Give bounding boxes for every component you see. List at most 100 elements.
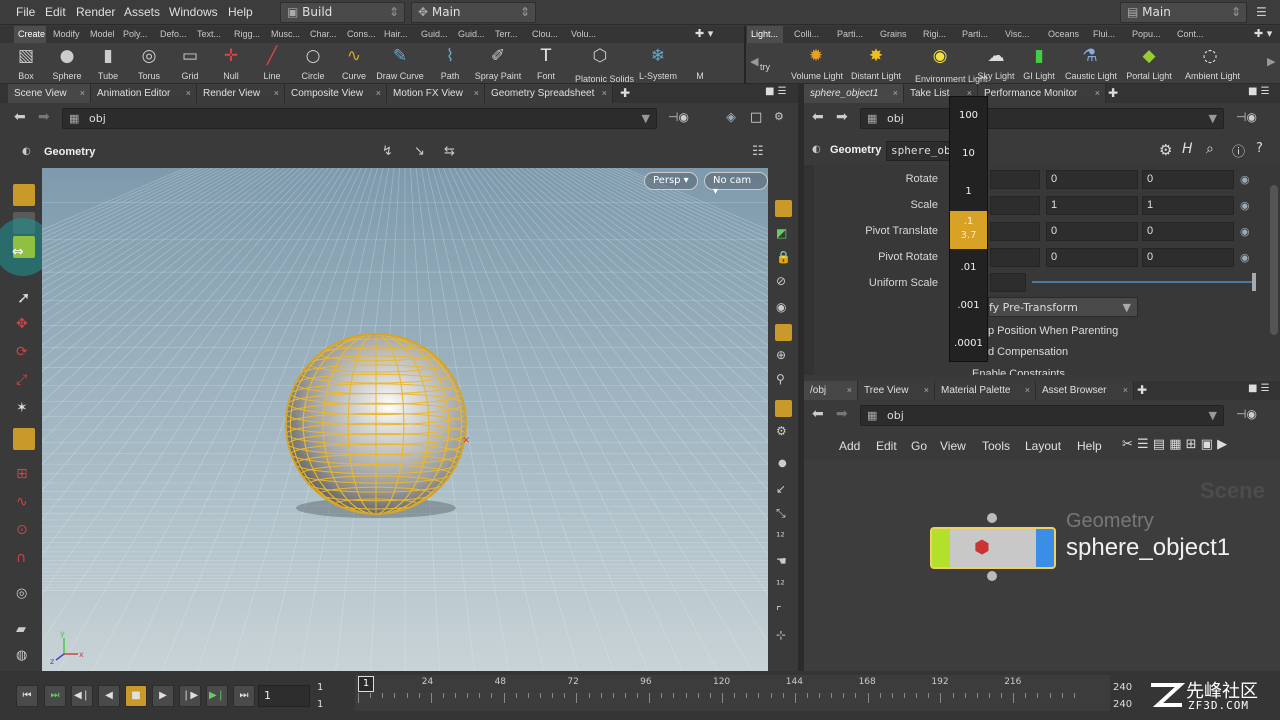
close-tab-icon[interactable]: × — [474, 88, 479, 98]
menu-edit[interactable]: Edit — [45, 5, 66, 19]
handle-tool-icon[interactable] — [13, 428, 35, 450]
gear-icon[interactable]: ⚙ — [774, 110, 784, 123]
magnet-icon[interactable]: ∩ — [16, 550, 26, 566]
close-tab-icon[interactable]: × — [186, 88, 191, 98]
gi-light-tool[interactable]: ▮ GI Light — [1018, 43, 1060, 84]
forward-icon[interactable]: ➡ — [836, 406, 848, 422]
close-tab-icon[interactable]: × — [80, 88, 85, 98]
shelf-tab-1[interactable]: Modify — [49, 26, 83, 43]
param-2-z[interactable]: 0 — [1142, 222, 1234, 241]
distant-light-tool[interactable]: ✸ Distant Light — [851, 43, 901, 84]
shelf-tab-5[interactable]: Text... — [193, 26, 227, 43]
menu-file[interactable]: File — [16, 5, 35, 19]
shelf-tab-7[interactable]: Musc... — [267, 26, 303, 43]
value-ladder[interactable]: 100 10 1.1 3.7.01.001.0001 — [949, 96, 988, 362]
shelf-tab-right-5[interactable]: Parti... — [958, 26, 994, 43]
node-name-field[interactable]: sphere_ob — [886, 141, 952, 161]
gear-icon[interactable]: ⚙ — [1159, 141, 1172, 159]
stop-icon[interactable]: ■ — [125, 685, 147, 707]
network-menu-tools[interactable]: Tools — [982, 439, 1010, 453]
right-tab-2[interactable]: Performance Monitor × — [978, 84, 1106, 103]
shelf-tab-right-4[interactable]: Rigi... — [919, 26, 951, 43]
shelf-tab-right-8[interactable]: Flui... — [1089, 26, 1121, 43]
param-0-z[interactable]: 0 — [1142, 170, 1234, 189]
curve-tool[interactable]: ∿ Curve — [333, 43, 375, 84]
modify-pre-transform-menu[interactable]: fy Pre-Transform ▼ — [988, 297, 1138, 317]
node-output-connector[interactable] — [987, 571, 997, 581]
uniform-scale-slider[interactable] — [1032, 281, 1254, 283]
shelf-tab-6[interactable]: Rigg... — [230, 26, 264, 43]
circle-tool[interactable]: ○ Circle — [292, 43, 334, 84]
select-mode-icon[interactable] — [13, 184, 35, 206]
network-menu-go[interactable]: Go — [911, 439, 927, 453]
add-shelf-icon[interactable]: ✚ ▾ — [695, 27, 713, 40]
param-key-icon[interactable]: ◉ — [1240, 251, 1250, 264]
shelf-tab-3[interactable]: Poly... — [119, 26, 153, 43]
current-frame-marker[interactable]: 1 — [358, 676, 374, 692]
go-end-icon[interactable]: ⏭ — [233, 685, 255, 707]
shelf-tab-right-7[interactable]: Oceans — [1044, 26, 1082, 43]
grid-snap-icon[interactable]: ⊹ — [776, 628, 786, 642]
help-h-icon[interactable]: H — [1182, 141, 1193, 157]
add-tab-right-icon[interactable]: ✚ — [1108, 86, 1118, 100]
left-tab-0[interactable]: Scene View × — [8, 84, 91, 103]
add-shelf-right-icon[interactable]: ✚ ▾ — [1254, 27, 1272, 40]
shelf-tab-right-10[interactable]: Cont... — [1173, 26, 1211, 43]
shelf-tab-2[interactable]: Model — [86, 26, 116, 43]
menu-assets[interactable]: Assets — [124, 5, 160, 19]
hand-icon[interactable]: ☚ — [776, 554, 787, 568]
add-tab-icon[interactable]: ✚ — [620, 86, 630, 100]
shelf-tab-right-9[interactable]: Popu... — [1128, 26, 1166, 43]
context-selector[interactable]: ✥ Main ⇕ — [411, 2, 536, 23]
network-menu-view[interactable]: View — [940, 439, 966, 453]
tube-tool[interactable]: ▮ Tube — [87, 43, 129, 84]
snap-point-icon[interactable]: ⊙ — [16, 522, 28, 538]
prev-key-icon[interactable]: ⏭ — [44, 685, 66, 707]
play-icon[interactable]: ▶ — [152, 685, 174, 707]
add-tab-network-icon[interactable]: ✚ — [1137, 383, 1147, 397]
number-icon[interactable]: ¹² — [776, 530, 785, 543]
shelf-tab-0[interactable]: Create — [14, 26, 46, 43]
shelf-tab-right-0[interactable]: Light... — [747, 26, 783, 43]
snap-grid-icon[interactable]: ⊞ — [16, 466, 28, 482]
lsystem-tool[interactable]: ❄ L-System — [637, 43, 679, 84]
spray-paint-tool[interactable]: ✐ Spray Paint — [475, 43, 522, 84]
timeline-bar[interactable]: 1 24 48 72 96 120 144 168 192 216 — [355, 675, 1110, 711]
ladder-step-3[interactable]: .1 3.7 — [950, 211, 987, 249]
arrow-select-icon[interactable]: ➚ — [17, 288, 30, 307]
point-icon[interactable]: ● — [778, 458, 787, 469]
close-tab-icon[interactable]: × — [924, 385, 929, 395]
shelf-tab-12[interactable]: Guid... — [454, 26, 488, 43]
no-icon[interactable]: ⊘ — [776, 274, 786, 288]
pane-menu-icon[interactable]: ■ ☰ — [765, 86, 787, 97]
view-tool-icon[interactable]: ↯ — [382, 144, 393, 159]
ladder-step-1[interactable]: 10 — [950, 135, 987, 173]
network-tab-0[interactable]: /obj × — [804, 381, 858, 400]
grid-tool[interactable]: ▭ Grid — [169, 43, 211, 84]
sphere-object[interactable]: × — [42, 168, 768, 671]
shelf-tab-right-3[interactable]: Grains — [876, 26, 912, 43]
param-0-x[interactable] — [990, 170, 1040, 189]
shelf-tab-8[interactable]: Char... — [306, 26, 340, 43]
template-icon[interactable]: ⚙ — [776, 424, 787, 438]
step-back-icon[interactable]: ◀❘ — [71, 685, 93, 707]
node-bypass-flag[interactable] — [932, 529, 950, 567]
step-forward-icon[interactable]: ❘▶ — [179, 685, 201, 707]
param-3-x[interactable] — [990, 248, 1040, 267]
shelf-tab-right-1[interactable]: Colli... — [790, 26, 826, 43]
param-2-y[interactable]: 0 — [1046, 222, 1138, 241]
prim-number-icon[interactable]: ¹² — [776, 578, 785, 591]
param-3-z[interactable]: 0 — [1142, 248, 1234, 267]
right-path-field[interactable]: ▦ obj ▼ — [860, 108, 1224, 129]
shelf-tab-9[interactable]: Cons... — [343, 26, 377, 43]
param-0-y[interactable]: 0 — [1046, 170, 1138, 189]
network-tab-3[interactable]: Asset Browser × — [1036, 381, 1134, 400]
param-1-z[interactable]: 1 — [1142, 196, 1234, 215]
param-1-y[interactable]: 1 — [1046, 196, 1138, 215]
shelf-tab-11[interactable]: Guid... — [417, 26, 451, 43]
pin-icon[interactable]: ⊣◉ — [1236, 407, 1257, 421]
ghost-icon[interactable]: ◩ — [776, 226, 787, 240]
portal-light-tool[interactable]: ◆ Portal Light — [1126, 43, 1172, 84]
shelf-tab-right-6[interactable]: Visc... — [1001, 26, 1037, 43]
render-icon[interactable]: ▰ — [16, 622, 26, 637]
